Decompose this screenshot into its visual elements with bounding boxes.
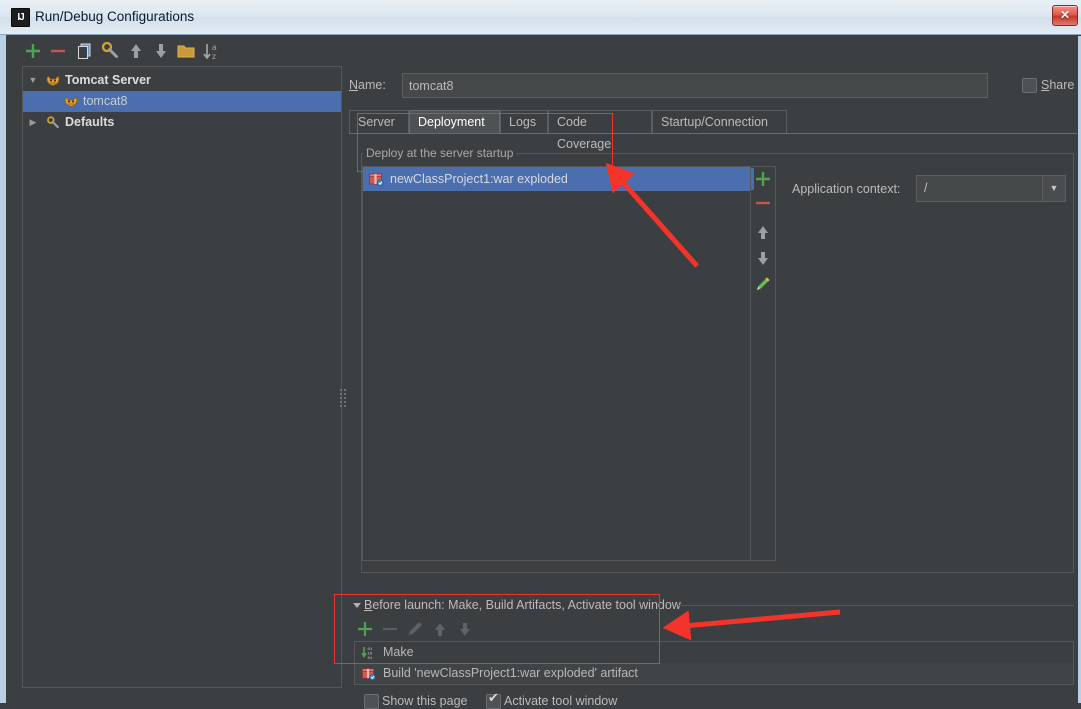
add-task-button[interactable]: [354, 618, 376, 640]
deploy-at-startup-label: Deploy at the server startup: [363, 146, 517, 160]
before-launch-label: Before launch: Make, Build Artifacts, Ac…: [364, 598, 685, 612]
before-launch-task-make[interactable]: 01 10 01 Make: [355, 642, 1073, 663]
tree-item-label: Tomcat Server: [65, 73, 151, 87]
share-checkbox[interactable]: [1022, 78, 1037, 93]
close-button[interactable]: ✕: [1052, 5, 1078, 26]
run-debug-configurations-window: IJ Run/Debug Configurations ✕ a z ▼ Tomc…: [0, 0, 1081, 709]
activate-tool-window-checkbox[interactable]: ✔: [486, 690, 501, 709]
chevron-down-icon[interactable]: ▼: [1042, 176, 1065, 201]
tree-item-tomcat8[interactable]: tomcat8: [23, 91, 341, 112]
show-this-page-checkbox[interactable]: [364, 694, 379, 709]
before-launch-toolbar: [354, 618, 554, 640]
activate-tool-window-label: Activate tool window: [504, 694, 618, 708]
tab-logs[interactable]: Logs: [500, 110, 548, 133]
svg-text:10: 10: [368, 653, 373, 657]
collapse-twisty-icon[interactable]: ▶: [27, 112, 39, 133]
move-artifact-up-button[interactable]: [752, 221, 774, 243]
tab-server[interactable]: Server: [349, 110, 409, 133]
name-label-rest: ame:: [358, 78, 386, 92]
sort-configurations-button[interactable]: a z: [201, 40, 223, 62]
check-mark-icon: ✔: [488, 690, 499, 705]
panel-splitter[interactable]: [340, 389, 348, 407]
svg-text:a: a: [212, 43, 217, 52]
name-label-mnemonic: N: [349, 78, 359, 92]
deployment-list-item[interactable]: newClassProject1:war exploded: [363, 167, 750, 191]
copy-configuration-button[interactable]: [74, 40, 96, 62]
before-launch-label-rest: efore launch: Make, Build Artifacts, Act…: [372, 598, 681, 612]
name-input[interactable]: [402, 73, 988, 98]
configurations-toolbar: a z: [22, 40, 342, 66]
selection-marker: [751, 168, 754, 190]
edit-defaults-wrench-icon[interactable]: [99, 40, 121, 62]
svg-text:z: z: [212, 52, 216, 61]
configurations-tree[interactable]: ▼ Tomcat Server tomcat8 ▶ Defaults: [22, 66, 342, 688]
svg-text:01: 01: [368, 657, 373, 660]
application-context-value: /: [924, 181, 928, 195]
create-folder-button[interactable]: [175, 40, 197, 62]
show-this-page-label: Show this page: [382, 694, 468, 708]
application-context-combobox[interactable]: / ▼: [916, 175, 1066, 202]
task-label: Build 'newClassProject1:war exploded' ar…: [383, 666, 638, 680]
svg-text:01: 01: [368, 648, 373, 652]
add-artifact-button[interactable]: [751, 168, 774, 190]
remove-artifact-button[interactable]: [752, 192, 774, 214]
remove-configuration-button[interactable]: [47, 40, 69, 62]
move-up-button[interactable]: [125, 40, 147, 62]
artifact-icon: [368, 171, 384, 187]
edit-artifact-pencil-icon[interactable]: [752, 273, 774, 295]
before-launch-separator: [678, 605, 1074, 606]
artifact-icon: [361, 666, 376, 681]
group-border-segment-right: [484, 153, 1074, 154]
close-icon: ✕: [1059, 8, 1071, 22]
move-task-down-button: [454, 618, 476, 640]
tree-item-tomcat-server[interactable]: ▼ Tomcat Server: [23, 70, 341, 91]
add-configuration-button[interactable]: [22, 40, 44, 62]
make-icon: 01 10 01: [361, 645, 376, 661]
expand-twisty-icon[interactable]: ▼: [27, 70, 39, 91]
task-label: Make: [383, 645, 414, 659]
window-title: Run/Debug Configurations: [35, 9, 195, 24]
settings-tabs: Server Deployment Logs Code Coverage Sta…: [349, 110, 1077, 151]
move-task-up-button: [429, 618, 451, 640]
name-label: Name:: [349, 78, 386, 92]
tree-item-label: Defaults: [65, 115, 115, 129]
move-artifact-down-button[interactable]: [752, 247, 774, 269]
tab-underline: [349, 133, 1077, 134]
share-label-rest: hare: [1049, 78, 1075, 92]
share-label: Share: [1041, 78, 1074, 92]
before-launch-twisty-icon[interactable]: [352, 599, 362, 609]
application-context-label: Application context:: [792, 182, 901, 196]
before-launch-tasks-list[interactable]: 01 10 01 Make Build 'newClassProject1:wa…: [354, 641, 1074, 685]
tab-deployment[interactable]: Deployment: [409, 110, 500, 133]
remove-task-button: [379, 618, 401, 640]
tree-item-label: tomcat8: [83, 94, 128, 108]
wrench-icon: [45, 115, 61, 131]
dialog-content: a z ▼ Tomcat Server tomcat8 ▶ Defaults N…: [6, 35, 1078, 709]
title-bar: IJ Run/Debug Configurations ✕: [0, 0, 1081, 35]
before-launch-task-build-artifact[interactable]: Build 'newClassProject1:war exploded' ar…: [355, 663, 1073, 684]
tomcat-icon: [45, 73, 61, 89]
edit-task-pencil-icon: [404, 618, 426, 640]
deployment-item-label: newClassProject1:war exploded: [390, 172, 568, 186]
tab-code-coverage[interactable]: Code Coverage: [548, 110, 652, 151]
tomcat-icon: [63, 94, 79, 110]
intellij-idea-icon: IJ: [11, 8, 30, 27]
deployment-artifacts-list[interactable]: newClassProject1:war exploded: [362, 166, 751, 561]
move-down-button[interactable]: [150, 40, 172, 62]
tree-item-defaults[interactable]: ▶ Defaults: [23, 112, 341, 133]
deployment-side-toolbar: [751, 166, 776, 561]
tab-startup-connection[interactable]: Startup/Connection: [652, 110, 787, 133]
